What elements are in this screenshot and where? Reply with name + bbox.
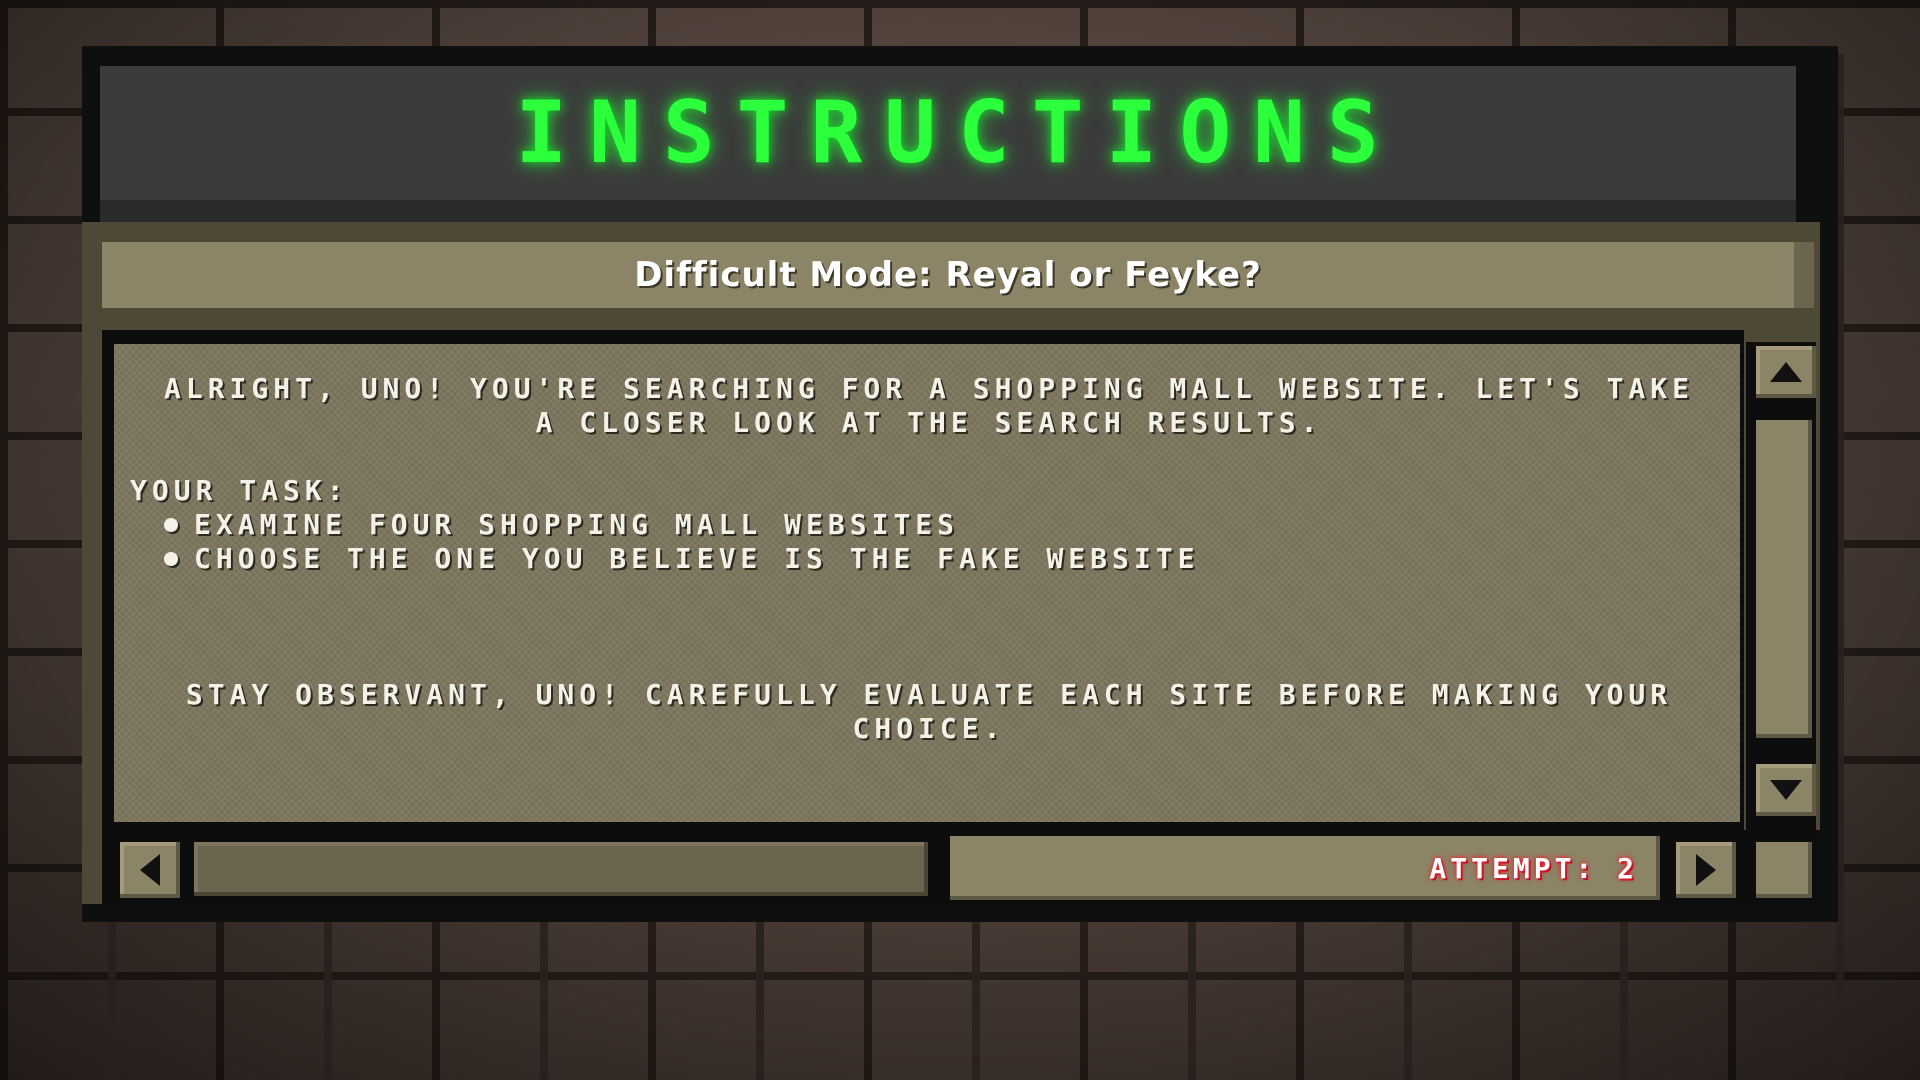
page-title: INSTRUCTIONS	[515, 83, 1401, 183]
scroll-right-button[interactable]	[1676, 842, 1736, 898]
list-item: EXAMINE FOUR SHOPPING MALL WEBSITES	[164, 508, 1199, 542]
task-list: EXAMINE FOUR SHOPPING MALL WEBSITES CHOO…	[164, 508, 1199, 576]
scroll-up-button[interactable]	[1756, 346, 1816, 398]
horizontal-scroll-track[interactable]: ATTEMPT: 2	[950, 836, 1660, 900]
triangle-right-icon	[1696, 854, 1716, 886]
attempt-counter: ATTEMPT: 2	[1429, 851, 1638, 885]
horizontal-scroll-thumb[interactable]	[194, 842, 928, 896]
bullet-icon	[164, 552, 178, 566]
scrollbar-corner	[1756, 842, 1812, 898]
scroll-left-button[interactable]	[120, 842, 180, 898]
task-text: CHOOSE THE ONE YOU BELIEVE IS THE FAKE W…	[194, 542, 1200, 575]
triangle-up-icon	[1770, 362, 1802, 382]
title-bar: INSTRUCTIONS	[100, 66, 1796, 222]
task-heading: YOUR TASK:	[130, 474, 349, 507]
task-text: EXAMINE FOUR SHOPPING MALL WEBSITES	[194, 508, 960, 541]
subtitle-bar: Difficult Mode: Reyal or Feyke?	[102, 242, 1814, 308]
outro-text: STAY OBSERVANT, UNO! CAREFULLY EVALUATE …	[185, 678, 1673, 745]
scroll-down-button[interactable]	[1756, 764, 1816, 816]
intro-text: ALRIGHT, UNO! YOU'RE SEARCHING FOR A SHO…	[163, 372, 1695, 439]
list-item: CHOOSE THE ONE YOU BELIEVE IS THE FAKE W…	[164, 542, 1199, 576]
bullet-icon	[164, 518, 178, 532]
mode-subtitle: Difficult Mode: Reyal or Feyke?	[634, 255, 1262, 295]
vertical-scroll-track[interactable]	[1756, 420, 1812, 738]
triangle-left-icon	[140, 854, 160, 886]
triangle-down-icon	[1770, 780, 1802, 800]
instructions-content: ALRIGHT, UNO! YOU'RE SEARCHING FOR A SHO…	[114, 344, 1740, 822]
